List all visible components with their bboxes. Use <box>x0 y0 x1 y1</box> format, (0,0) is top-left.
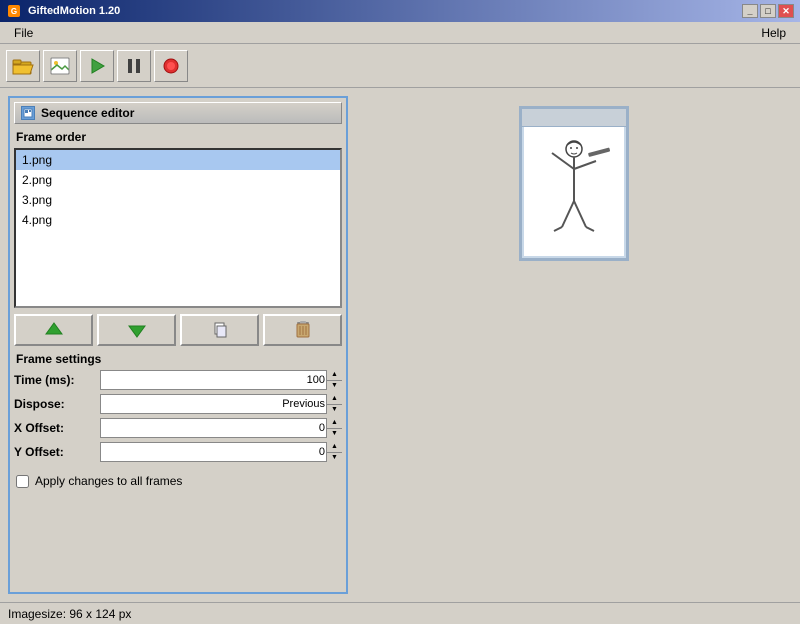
y-offset-input-wrap: ▲ ▼ <box>100 442 342 462</box>
toolbar <box>0 44 800 88</box>
main-content: Sequence editor Frame order 1.png 2.png … <box>0 88 800 602</box>
frame-settings: Frame settings Time (ms): ▲ ▼ Dispose: ▲ <box>14 352 342 492</box>
list-item[interactable]: 1.png <box>16 150 340 170</box>
dispose-down-button[interactable]: ▼ <box>327 405 342 415</box>
settings-grid: Time (ms): ▲ ▼ Dispose: ▲ ▼ <box>14 370 342 462</box>
move-up-button[interactable] <box>14 314 93 346</box>
figure-preview <box>534 131 614 251</box>
x-offset-input[interactable] <box>100 418 342 438</box>
app-title: GiftedMotion 1.20 <box>28 5 742 17</box>
x-offset-label: X Offset: <box>14 418 94 438</box>
status-bar: Imagesize: 96 x 124 px <box>0 602 800 624</box>
y-offset-input[interactable] <box>100 442 342 462</box>
move-down-button[interactable] <box>97 314 176 346</box>
menu-bar: File Help <box>0 22 800 44</box>
minimize-button[interactable]: _ <box>742 4 758 18</box>
close-button[interactable]: ✕ <box>778 4 794 18</box>
list-item[interactable]: 4.png <box>16 210 340 230</box>
dispose-spinner: ▲ ▼ <box>326 394 342 414</box>
panel-header: Sequence editor <box>14 102 342 124</box>
play-button[interactable] <box>80 50 114 82</box>
maximize-button[interactable]: □ <box>760 4 776 18</box>
open-button[interactable] <box>6 50 40 82</box>
time-up-button[interactable]: ▲ <box>327 370 342 381</box>
time-down-button[interactable]: ▼ <box>327 381 342 391</box>
frame-order-label: Frame order <box>14 130 342 144</box>
y-offset-label: Y Offset: <box>14 442 94 462</box>
svg-text:G: G <box>11 7 17 16</box>
time-spinner: ▲ ▼ <box>326 370 342 390</box>
apply-all-label: Apply changes to all frames <box>35 474 182 488</box>
apply-all-checkbox[interactable] <box>16 475 29 488</box>
apply-all-row: Apply changes to all frames <box>14 470 342 492</box>
file-menu[interactable]: File <box>6 24 41 42</box>
x-offset-up-button[interactable]: ▲ <box>327 418 342 429</box>
panel-icon <box>21 106 35 120</box>
x-offset-input-wrap: ▲ ▼ <box>100 418 342 438</box>
status-text: Imagesize: 96 x 124 px <box>8 607 131 621</box>
frame-settings-label: Frame settings <box>14 352 342 366</box>
title-bar: G GiftedMotion 1.20 _ □ ✕ <box>0 0 800 22</box>
app-icon: G <box>6 3 22 19</box>
window-controls: _ □ ✕ <box>742 4 794 18</box>
delete-button[interactable] <box>263 314 342 346</box>
y-offset-spinner: ▲ ▼ <box>326 442 342 462</box>
y-offset-up-button[interactable]: ▲ <box>327 442 342 453</box>
pause-button[interactable] <box>117 50 151 82</box>
image-button[interactable] <box>43 50 77 82</box>
record-button[interactable] <box>154 50 188 82</box>
preview-top-bar <box>522 109 626 127</box>
y-offset-down-button[interactable]: ▼ <box>327 453 342 463</box>
time-input[interactable] <box>100 370 342 390</box>
time-input-wrap: ▲ ▼ <box>100 370 342 390</box>
dispose-input-wrap: ▲ ▼ <box>100 394 342 414</box>
preview-area <box>356 96 792 594</box>
x-offset-spinner: ▲ ▼ <box>326 418 342 438</box>
panel-title: Sequence editor <box>41 106 134 120</box>
list-item[interactable]: 3.png <box>16 190 340 210</box>
x-offset-down-button[interactable]: ▼ <box>327 429 342 439</box>
dispose-input[interactable] <box>100 394 342 414</box>
sequence-panel: Sequence editor Frame order 1.png 2.png … <box>8 96 348 594</box>
dispose-up-button[interactable]: ▲ <box>327 394 342 405</box>
action-buttons <box>14 314 342 346</box>
frame-list[interactable]: 1.png 2.png 3.png 4.png <box>14 148 342 308</box>
help-menu[interactable]: Help <box>753 24 794 42</box>
copy-button[interactable] <box>180 314 259 346</box>
dispose-label: Dispose: <box>14 394 94 414</box>
preview-frame <box>519 106 629 261</box>
time-label: Time (ms): <box>14 370 94 390</box>
list-item[interactable]: 2.png <box>16 170 340 190</box>
